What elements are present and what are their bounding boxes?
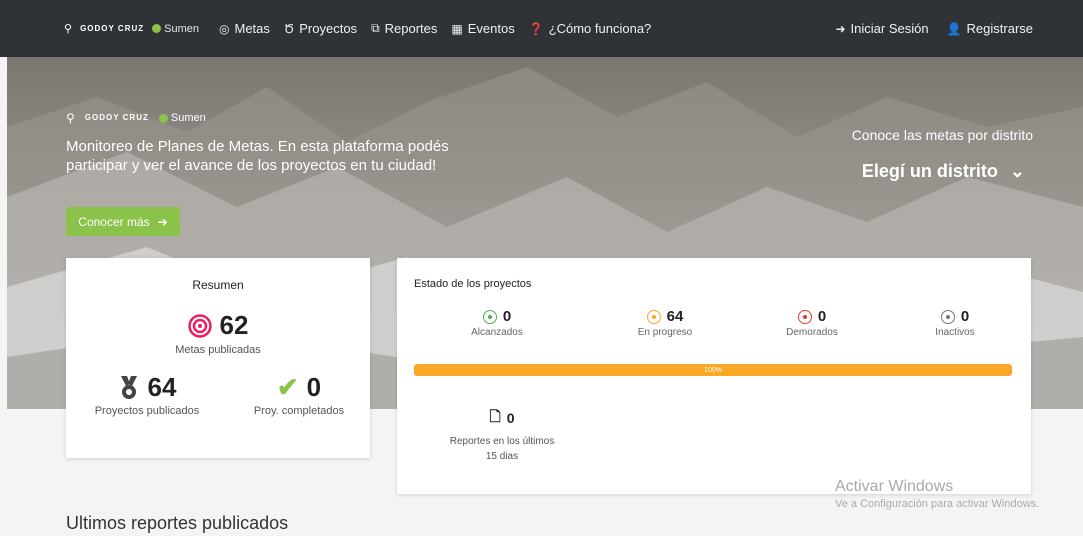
nav-label: Metas <box>234 21 270 36</box>
status-count: 0 <box>960 308 970 325</box>
windows-activation-watermark: Activar Windows Ve a Configuración para … <box>835 478 1039 510</box>
nav-proyectos[interactable]: Ծ Proyectos <box>284 21 357 36</box>
status-count: 64 <box>666 308 684 325</box>
status-en-progreso: 64 En progreso <box>610 308 720 338</box>
chevron-down-icon: ⌄ <box>1009 161 1025 181</box>
target-icon <box>187 313 212 338</box>
sumen-icon <box>158 113 168 123</box>
user-plus-icon: 👤 <box>946 21 962 36</box>
login-label: Iniciar Sesión <box>850 21 929 36</box>
completed-stat: ✔ 0 Proy. completados <box>234 372 364 417</box>
circle-dot-icon <box>940 309 955 324</box>
metas-count: 62 <box>219 310 249 340</box>
brand-logo: GODOY CRUZ <box>80 23 145 33</box>
brand-name: Sumen <box>164 22 199 35</box>
sign-in-icon: ➜ <box>835 21 846 36</box>
login-link[interactable]: ➜ Iniciar Sesión <box>835 21 928 36</box>
nav-reportes[interactable]: ⧉ Reportes <box>371 21 437 36</box>
completed-label: Proy. completados <box>253 405 345 417</box>
status-label: Alcanzados <box>471 327 523 338</box>
sumen-icon <box>152 24 162 33</box>
brand-sumen: Sumen <box>152 23 199 35</box>
medal-icon: Ծ <box>283 21 295 36</box>
metas-count-row: 62 <box>66 310 370 341</box>
status-alcanzados: 0 Alcanzados <box>442 308 552 338</box>
calendar-icon: ▦ <box>451 21 463 36</box>
circle-dot-icon <box>797 309 812 324</box>
projects-stat: 64 Proyectos publicados <box>82 372 212 417</box>
map-pin-icon: ⚲ <box>66 111 75 125</box>
check-icon: ✔ <box>276 372 299 402</box>
project-status-card: Estado de los proyectos 0 Alcanzados 64 … <box>397 258 1031 494</box>
status-label: En progreso <box>637 327 693 338</box>
status-title: Estado de los proyectos <box>414 278 532 290</box>
hero-brand-sumen: Sumen <box>158 112 206 124</box>
progress-bar: 100% <box>414 364 1012 376</box>
conocer-mas-button[interactable]: Conocer más ➔ <box>66 207 180 236</box>
file-icon: 🗋 <box>489 408 501 424</box>
summary-title: Resumen <box>192 278 244 292</box>
status-demorados: 0 Demorados <box>757 308 867 338</box>
district-dropdown[interactable]: Elegí un distrito ⌄ <box>862 161 1025 182</box>
nav-label: Proyectos <box>299 21 358 36</box>
register-label: Registrarse <box>966 21 1033 36</box>
navbar: ⚲ GODOY CRUZ Sumen ◎ Metas Ծ Proyectos ⧉… <box>0 0 1083 57</box>
nav-como-funciona[interactable]: ❓ ¿Cómo funciona? <box>529 21 652 36</box>
reports-count: 0 <box>506 410 515 426</box>
hero-brand-logo: GODOY CRUZ <box>84 113 149 122</box>
watermark-subtitle: Ve a Configuración para activar Windows. <box>835 498 1040 510</box>
nav-label: Eventos <box>467 21 515 36</box>
medal-icon <box>120 375 137 399</box>
circle-dot-icon <box>646 309 661 324</box>
circle-dot-icon <box>482 309 497 324</box>
map-pin-icon: ⚲ <box>64 23 73 35</box>
status-count: 0 <box>502 308 512 325</box>
nav-metas[interactable]: ◎ Metas <box>219 21 270 36</box>
completed-count: 0 <box>306 372 322 402</box>
status-label: Inactivos <box>935 327 975 338</box>
projects-count: 64 <box>147 372 177 402</box>
progress-label: 100% <box>704 366 722 374</box>
nav-auth: ➜ Iniciar Sesión 👤 Registrarse <box>835 21 1033 36</box>
metas-label: Metas publicadas <box>175 344 261 356</box>
summary-card: Resumen 62 Metas publicadas 64 Proyectos… <box>66 258 370 458</box>
last-reports-heading: Ultimos reportes publicados <box>66 513 289 533</box>
reports-stat: 🗋 0 Reportes en los últimos 15 dias <box>447 406 557 464</box>
cta-label: Conocer más <box>78 214 150 229</box>
arrow-right-icon: ➔ <box>157 214 168 229</box>
nav-label: ¿Cómo funciona? <box>548 21 652 36</box>
status-label: Demorados <box>786 327 838 338</box>
district-select-label: Elegí un distrito <box>861 161 998 181</box>
status-inactivos: 0 Inactivos <box>900 308 1010 338</box>
projects-label: Proyectos publicados <box>94 405 200 417</box>
hero-description: Monitoreo de Planes de Metas. En esta pl… <box>66 138 449 174</box>
status-count: 0 <box>817 308 827 325</box>
reports-label: Reportes en los últimos 15 dias <box>449 436 555 462</box>
hero-brand-name: Sumen <box>170 112 206 124</box>
brand[interactable]: ⚲ GODOY CRUZ Sumen <box>64 22 199 36</box>
nav-label: Reportes <box>384 21 438 36</box>
nav-eventos[interactable]: ▦ Eventos <box>451 21 514 36</box>
target-icon: ◎ <box>219 21 230 36</box>
question-icon: ❓ <box>528 21 544 36</box>
watermark-title: Activar Windows <box>835 478 954 495</box>
hero-brand: ⚲ GODOY CRUZ Sumen <box>66 111 206 125</box>
files-icon: ⧉ <box>371 21 380 35</box>
register-link[interactable]: 👤 Registrarse <box>947 21 1033 36</box>
district-heading: Conoce las metas por distrito <box>851 127 1033 143</box>
